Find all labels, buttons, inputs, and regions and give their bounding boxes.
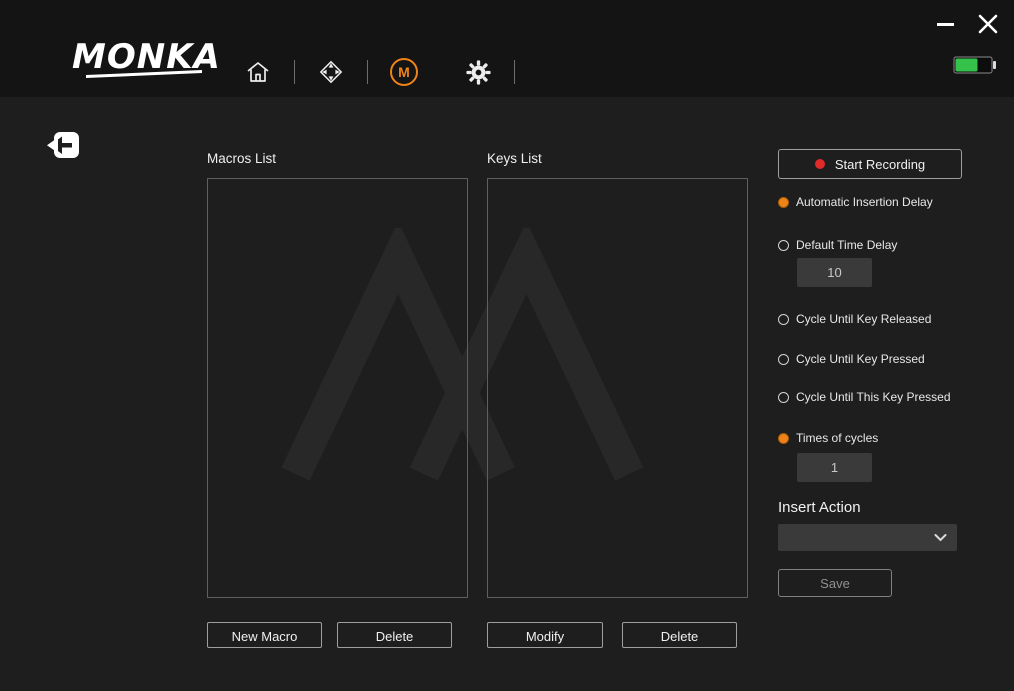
record-dot-icon xyxy=(815,159,825,169)
dpi-select-icon[interactable] xyxy=(317,58,345,86)
home-icon[interactable] xyxy=(244,58,272,86)
main-nav: M xyxy=(244,57,537,87)
start-recording-button[interactable]: Start Recording xyxy=(778,149,962,179)
radio-cycle-until-this-key-pressed[interactable]: Cycle Until This Key Pressed xyxy=(778,389,962,405)
radio-label: Cycle Until This Key Pressed xyxy=(796,390,951,404)
delete-macro-button[interactable]: Delete xyxy=(337,622,452,648)
battery-icon xyxy=(953,55,997,75)
radio-label: Cycle Until Key Pressed xyxy=(796,352,925,366)
back-icon[interactable] xyxy=(45,127,81,163)
delete-key-button[interactable]: Delete xyxy=(622,622,737,648)
new-macro-button[interactable]: New Macro xyxy=(207,622,322,648)
monka-logo: MONKA xyxy=(70,28,230,86)
radio-label: Times of cycles xyxy=(796,431,878,445)
radio-circle-icon xyxy=(778,354,789,365)
radio-label: Default Time Delay xyxy=(796,238,897,252)
start-recording-label: Start Recording xyxy=(835,157,925,172)
chevron-down-icon xyxy=(934,534,947,542)
radio-circle-icon xyxy=(778,392,789,403)
default-delay-input[interactable] xyxy=(797,258,872,287)
nav-separator xyxy=(514,60,515,84)
keys-list[interactable] xyxy=(487,178,748,598)
modify-key-button[interactable]: Modify xyxy=(487,622,603,648)
recording-panel: Start Recording Automatic Insertion Dela… xyxy=(778,149,962,597)
minimize-icon[interactable] xyxy=(937,23,954,26)
titlebar: MONKA xyxy=(0,0,1014,97)
macro-tab-icon[interactable]: M xyxy=(390,58,418,86)
keys-list-title: Keys List xyxy=(487,151,542,166)
save-button[interactable]: Save xyxy=(778,569,892,597)
monka-app-window: MONKA xyxy=(0,0,1014,691)
radio-circle-icon xyxy=(778,314,789,325)
settings-gear-icon[interactable] xyxy=(464,58,492,86)
nav-separator xyxy=(367,60,368,84)
insert-action-label: Insert Action xyxy=(778,499,962,517)
radio-cycle-until-key-released[interactable]: Cycle Until Key Released xyxy=(778,311,962,327)
macros-list-title: Macros List xyxy=(207,151,276,166)
radio-label: Automatic Insertion Delay xyxy=(796,195,933,209)
radio-circle-icon xyxy=(778,240,789,251)
radio-times-of-cycles[interactable]: Times of cycles xyxy=(778,430,962,446)
close-icon[interactable] xyxy=(977,13,999,35)
radio-circle-icon xyxy=(778,433,789,444)
radio-circle-icon xyxy=(778,197,789,208)
radio-default-time-delay[interactable]: Default Time Delay xyxy=(778,237,962,253)
radio-automatic-insertion-delay[interactable]: Automatic Insertion Delay xyxy=(778,194,962,210)
insert-action-dropdown[interactable] xyxy=(778,524,957,551)
nav-separator xyxy=(294,60,295,84)
radio-label: Cycle Until Key Released xyxy=(796,312,931,326)
cycle-times-input[interactable] xyxy=(797,453,872,482)
macros-list[interactable] xyxy=(207,178,468,598)
macro-tab-label: M xyxy=(398,64,410,80)
radio-cycle-until-key-pressed[interactable]: Cycle Until Key Pressed xyxy=(778,351,962,367)
